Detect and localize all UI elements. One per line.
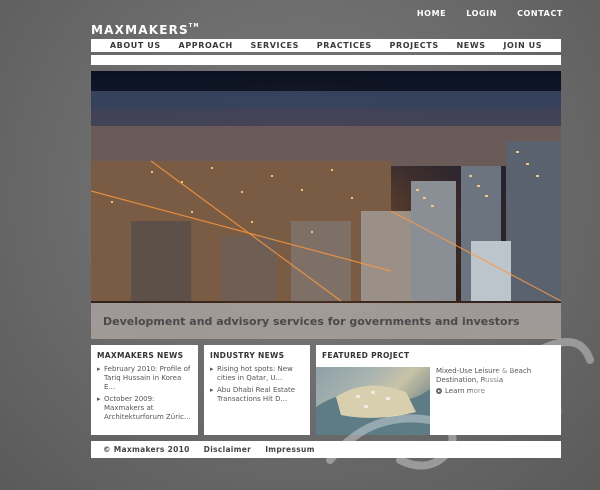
featured-project-image[interactable] bbox=[316, 367, 430, 435]
hero-city-image bbox=[91, 71, 561, 339]
nav-news[interactable]: NEWS bbox=[456, 41, 485, 50]
main-nav: ABOUT US APPROACH SERVICES PRACTICES PRO… bbox=[91, 39, 561, 52]
industry-item[interactable]: Abu Dhabi Real Estate Transactions Hit D… bbox=[210, 386, 304, 404]
hero-tagline: Development and advisory services for go… bbox=[103, 314, 520, 328]
nav-services[interactable]: SERVICES bbox=[251, 41, 299, 50]
footer: © Maxmakers 2010 Disclaimer Impressum bbox=[91, 441, 561, 458]
footer-disclaimer-link[interactable]: Disclaimer bbox=[204, 445, 252, 454]
sub-nav-bar bbox=[91, 55, 561, 65]
arrow-right-icon bbox=[436, 388, 442, 394]
nav-approach[interactable]: APPROACH bbox=[179, 41, 233, 50]
news-panel-title: MAXMAKERS NEWS bbox=[97, 351, 184, 360]
industry-news-panel: INDUSTRY NEWS Rising hot spots: New citi… bbox=[204, 345, 310, 435]
learn-more-link[interactable]: Learn more bbox=[436, 387, 554, 395]
footer-impressum-link[interactable]: Impressum bbox=[265, 445, 315, 454]
nav-join-us[interactable]: JOIN US bbox=[503, 41, 542, 50]
nav-practices[interactable]: PRACTICES bbox=[317, 41, 372, 50]
logo-trademark: TM bbox=[188, 23, 200, 29]
learn-more-label: Learn more bbox=[445, 387, 485, 395]
maxmakers-news-panel: MAXMAKERS NEWS February 2010: Profile of… bbox=[91, 345, 198, 435]
top-link-login[interactable]: LOGIN bbox=[466, 9, 497, 18]
nav-about-us[interactable]: ABOUT US bbox=[110, 41, 161, 50]
hero-banner: Development and advisory services for go… bbox=[91, 71, 561, 339]
featured-panel-title: FEATURED PROJECT bbox=[322, 351, 410, 360]
featured-project-info: Mixed-Use Leisure & Beach Destination, R… bbox=[436, 367, 554, 395]
industry-panel-title: INDUSTRY NEWS bbox=[210, 351, 285, 360]
industry-item[interactable]: Rising hot spots: New cities in Qatar, U… bbox=[210, 365, 304, 383]
site-logo[interactable]: MAXMAKERSTM bbox=[91, 23, 200, 37]
nav-projects[interactable]: PROJECTS bbox=[390, 41, 439, 50]
copyright-text: © Maxmakers 2010 bbox=[103, 445, 190, 454]
top-links: HOME LOGIN CONTACT bbox=[417, 9, 563, 18]
featured-project-panel: FEATURED PROJECT Mixed-Use Leisure & Bea… bbox=[316, 345, 561, 435]
logo-text: MAXMAKERS bbox=[91, 23, 189, 37]
top-link-home[interactable]: HOME bbox=[417, 9, 446, 18]
tagline-bar: Development and advisory services for go… bbox=[91, 303, 561, 339]
featured-project-title[interactable]: Mixed-Use Leisure & Beach Destination, R… bbox=[436, 367, 554, 385]
top-link-contact[interactable]: CONTACT bbox=[517, 9, 563, 18]
news-item[interactable]: February 2010: Profile of Tariq Hussain … bbox=[97, 365, 192, 392]
news-item[interactable]: October 2009: Maxmakers at Architekturfo… bbox=[97, 395, 192, 422]
